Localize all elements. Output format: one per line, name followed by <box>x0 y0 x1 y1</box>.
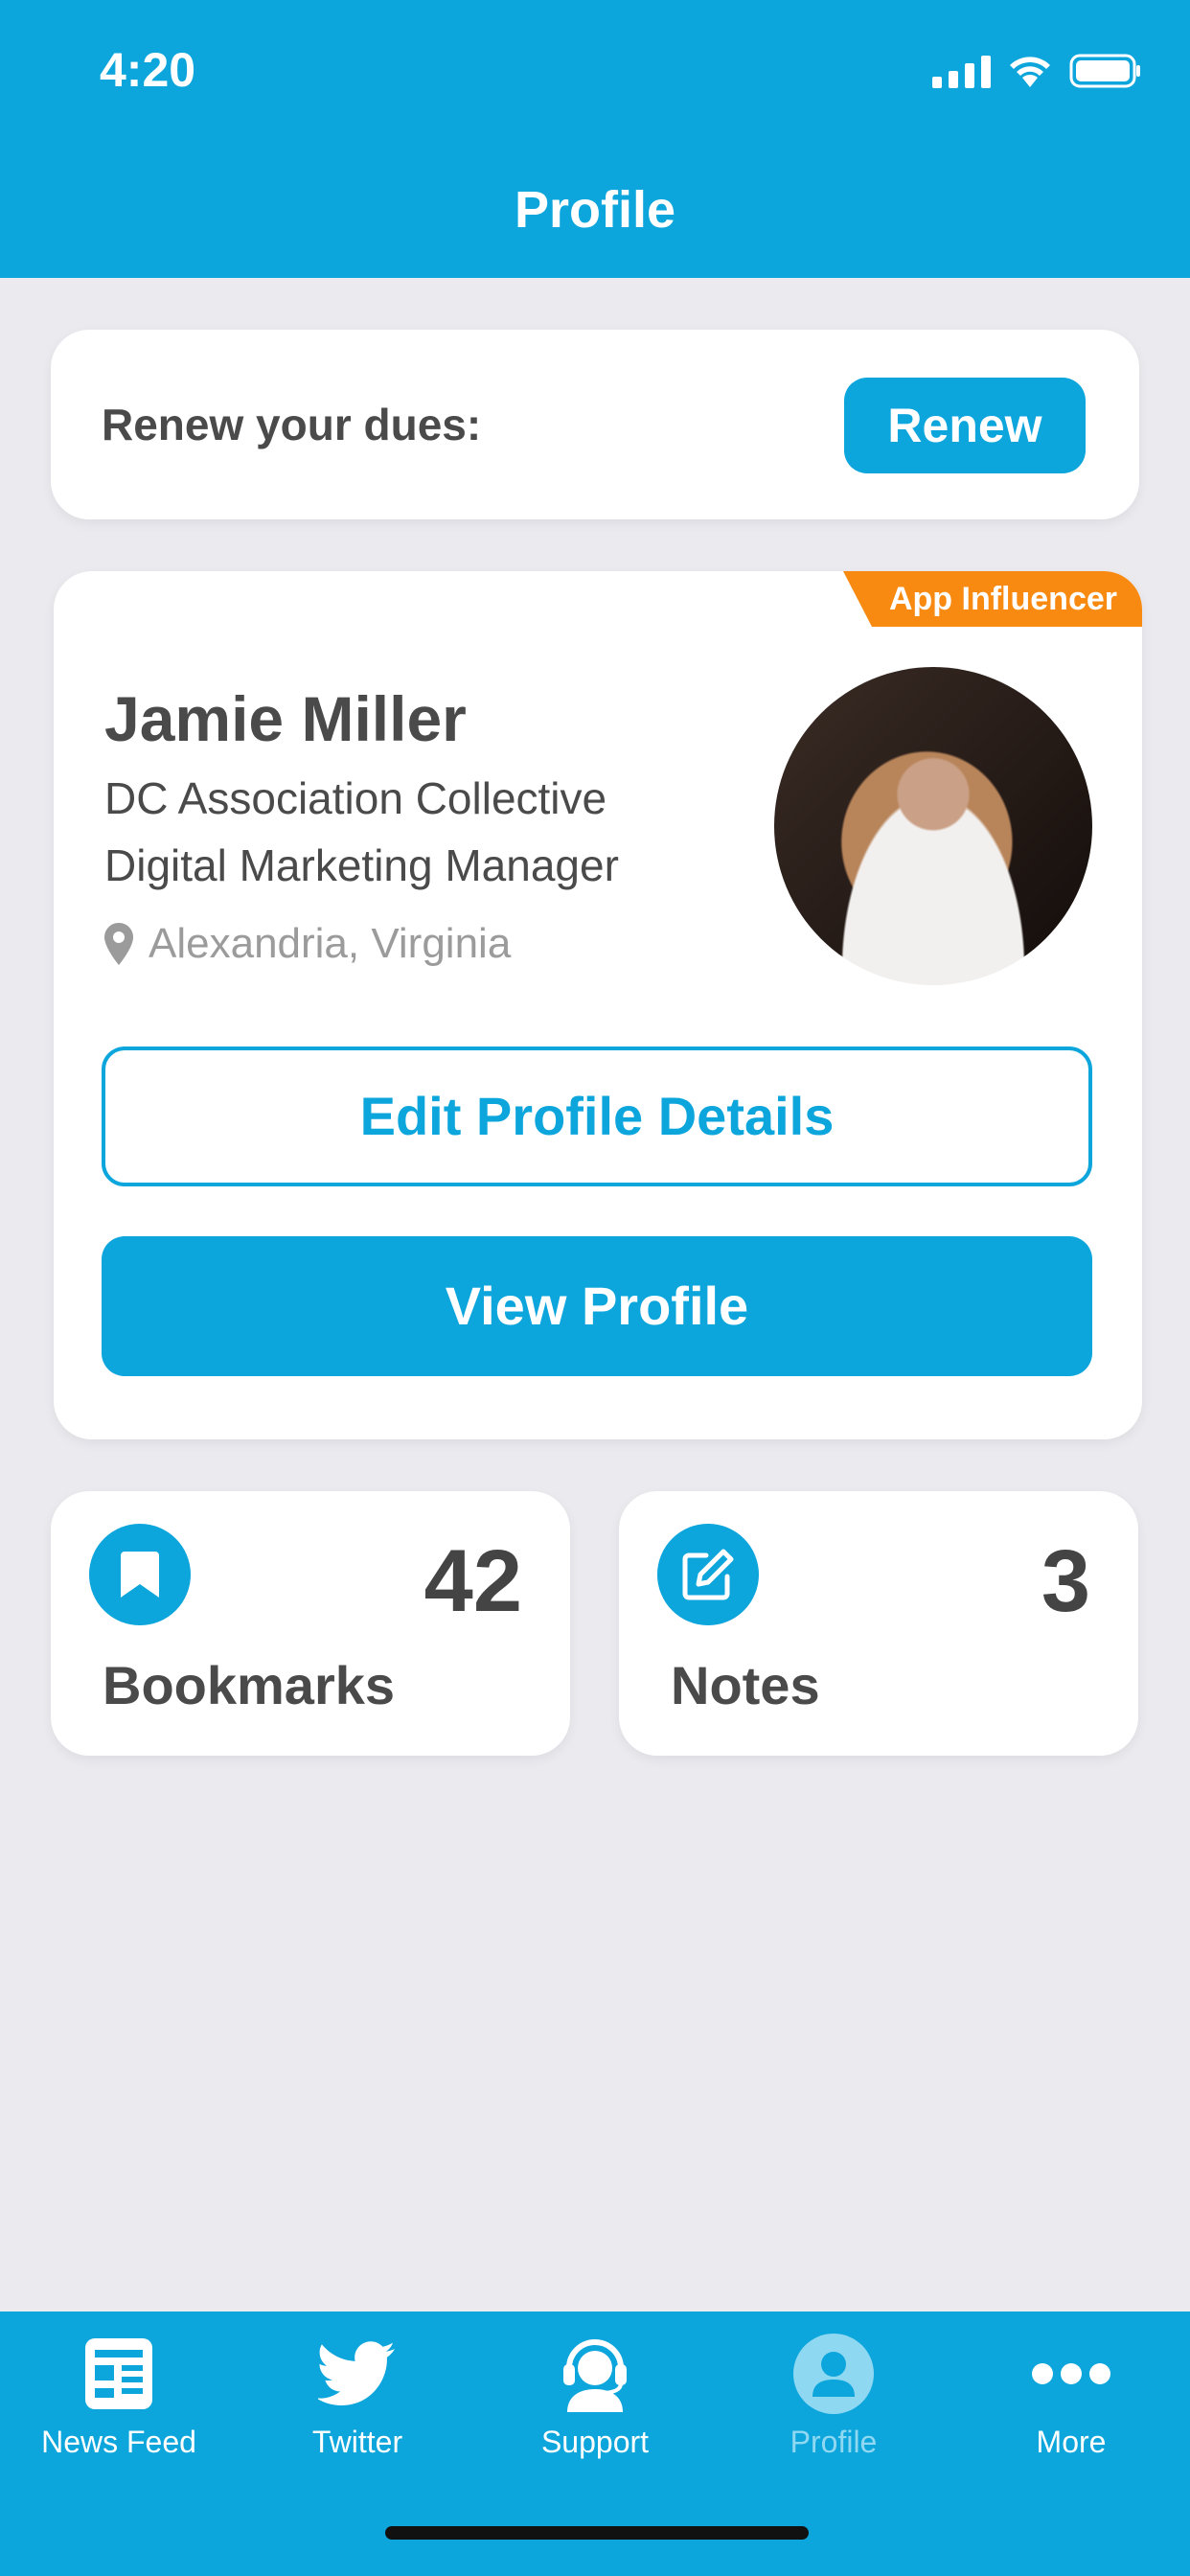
wifi-icon <box>1010 57 1050 87</box>
bookmarks-label: Bookmarks <box>103 1655 396 1715</box>
view-profile-button[interactable]: View Profile <box>102 1236 1092 1376</box>
tab-label-twitter: Twitter <box>311 2425 403 2459</box>
profile-location: Alexandria, Virginia <box>104 920 511 968</box>
tab-label-profile: Profile <box>790 2425 878 2459</box>
headset-icon <box>552 2331 638 2417</box>
page-title: Profile <box>514 181 676 239</box>
notes-count: 3 <box>1041 1532 1090 1630</box>
bookmark-icon <box>89 1524 191 1625</box>
edit-profile-details-button[interactable]: Edit Profile Details <box>102 1046 1092 1186</box>
tab-more[interactable]: More <box>952 2312 1190 2484</box>
edit-note-icon <box>657 1524 759 1625</box>
tab-label-news-feed: News Feed <box>41 2425 196 2459</box>
tab-label-more: More <box>1036 2425 1107 2459</box>
bookmarks-card[interactable]: 42 Bookmarks <box>51 1491 570 1756</box>
more-dots-icon <box>1028 2331 1114 2417</box>
cellular-signal-icon <box>932 54 991 88</box>
user-icon <box>790 2331 877 2417</box>
tab-news-feed[interactable]: News Feed <box>0 2312 238 2484</box>
newspaper-icon <box>76 2331 162 2417</box>
battery-icon <box>1069 54 1140 88</box>
influencer-badge: App Influencer <box>843 571 1142 627</box>
bookmarks-count: 42 <box>423 1532 522 1630</box>
tab-support[interactable]: Support <box>476 2312 714 2484</box>
status-time: 4:20 <box>100 43 196 97</box>
profile-job-title: Digital Marketing Manager <box>104 840 619 890</box>
renew-dues-label: Renew your dues: <box>102 400 482 449</box>
tab-twitter[interactable]: Twitter <box>239 2312 476 2484</box>
tab-profile[interactable]: Profile <box>715 2312 952 2484</box>
twitter-bird-icon <box>314 2331 400 2417</box>
notes-label: Notes <box>671 1655 820 1715</box>
renew-dues-card: Renew your dues: Renew <box>51 330 1139 519</box>
home-indicator <box>385 2526 809 2540</box>
status-icons <box>932 54 1142 88</box>
profile-avatar <box>774 667 1092 985</box>
notes-card[interactable]: 3 Notes <box>619 1491 1138 1756</box>
profile-name: Jamie Miller <box>104 683 467 754</box>
renew-button[interactable]: Renew <box>844 378 1086 473</box>
profile-location-text: Alexandria, Virginia <box>149 920 512 967</box>
app-header: 4:20 Profile <box>0 0 1190 278</box>
profile-organization: DC Association Collective <box>104 773 607 823</box>
tab-label-support: Support <box>540 2425 650 2459</box>
profile-card: App Influencer Jamie Miller DC Associati… <box>54 571 1142 1439</box>
location-pin-icon <box>104 923 133 965</box>
